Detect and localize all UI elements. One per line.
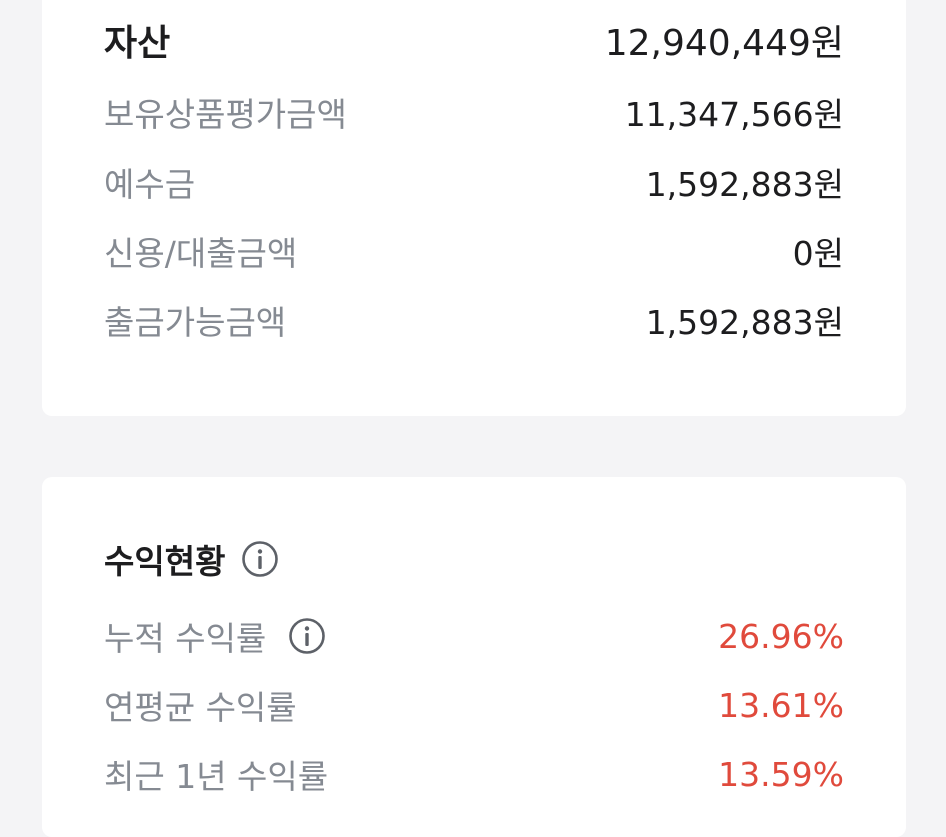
cumulative-return-label: 누적 수익률 bbox=[104, 619, 267, 658]
holdings-valuation-label: 보유상품평가금액 bbox=[104, 95, 347, 134]
recent-year-return-label: 최근 1년 수익률 bbox=[104, 757, 329, 796]
annualized-return-row: 연평균 수익률 13.61% bbox=[104, 683, 844, 728]
credit-loan-value: 0원 bbox=[792, 234, 844, 273]
assets-total-value: 12,940,449원 bbox=[604, 23, 844, 64]
recent-year-return-row: 최근 1년 수익률 13.59% bbox=[104, 752, 844, 797]
cumulative-return-label-group: 누적 수익률 bbox=[104, 612, 326, 660]
credit-loan-label: 신용/대출금액 bbox=[104, 234, 298, 273]
annualized-return-label: 연평균 수익률 bbox=[104, 688, 297, 727]
assets-card: 자산 12,940,449원 보유상품평가금액 11,347,566원 예수금 … bbox=[42, 0, 906, 416]
info-icon[interactable] bbox=[241, 540, 279, 578]
withdrawable-value: 1,592,883원 bbox=[645, 303, 844, 342]
withdrawable-label: 출금가능금액 bbox=[104, 303, 287, 342]
recent-year-return-value: 13.59% bbox=[718, 754, 844, 794]
holdings-valuation-row: 보유상품평가금액 11,347,566원 bbox=[104, 90, 844, 134]
holdings-valuation-value: 11,347,566원 bbox=[624, 95, 844, 134]
assets-title: 자산 bbox=[104, 23, 171, 64]
returns-card: 수익현황 누적 수익률 26.96% 연평균 수익률 13.61% 최근 1년 … bbox=[42, 477, 906, 837]
cumulative-return-value: 26.96% bbox=[718, 616, 844, 656]
credit-loan-row: 신용/대출금액 0원 bbox=[104, 229, 844, 273]
cumulative-return-row: 누적 수익률 26.96% bbox=[104, 612, 844, 660]
returns-title-row: 수익현황 bbox=[104, 535, 279, 583]
info-icon[interactable] bbox=[288, 617, 326, 655]
deposit-row: 예수금 1,592,883원 bbox=[104, 160, 844, 204]
withdrawable-row: 출금가능금액 1,592,883원 bbox=[104, 298, 844, 342]
deposit-value: 1,592,883원 bbox=[645, 165, 844, 204]
returns-title: 수익현황 bbox=[104, 542, 226, 581]
deposit-label: 예수금 bbox=[104, 165, 196, 204]
annualized-return-value: 13.61% bbox=[718, 685, 844, 725]
assets-total-row: 자산 12,940,449원 bbox=[104, 18, 844, 64]
